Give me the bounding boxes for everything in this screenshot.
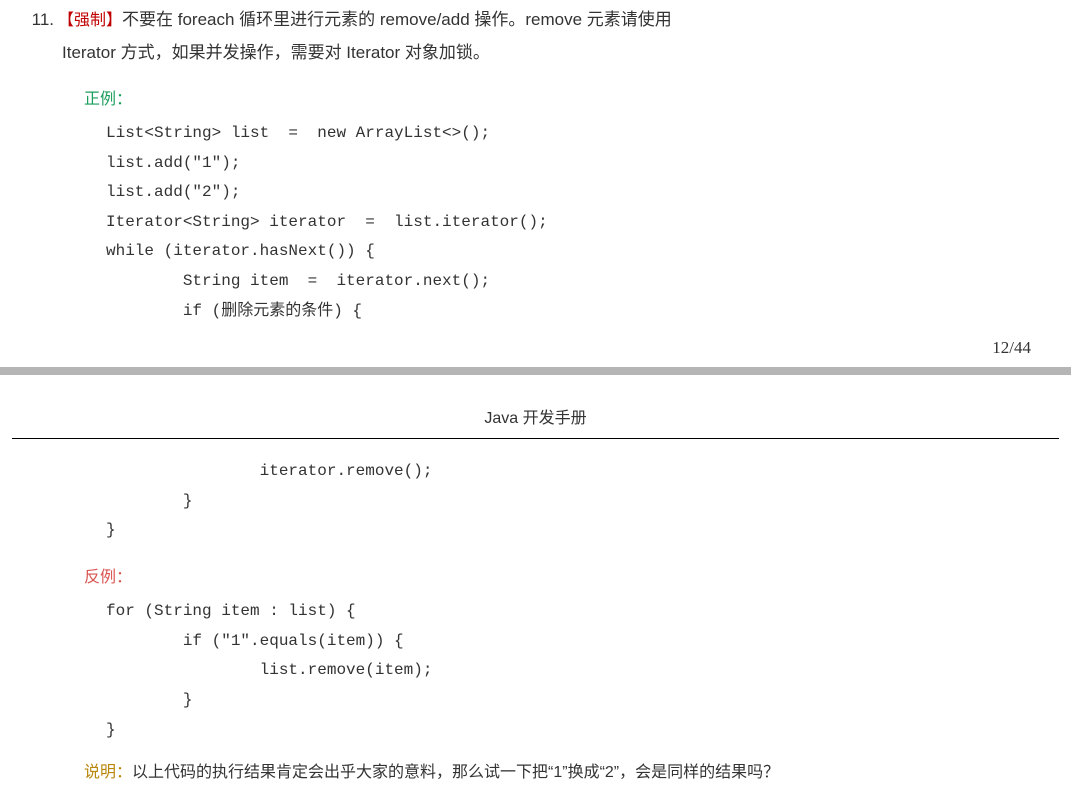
negative-code: for (String item : list) { if ("1".equal…	[106, 597, 1051, 745]
page-divider	[0, 367, 1071, 375]
explain-label: 说明：	[84, 764, 132, 781]
explain-text: 以上代码的执行结果肯定会出乎大家的意料，那么试一下把“1”换成“2”，会是同样的…	[132, 764, 779, 781]
page-number: 12/44	[0, 334, 1071, 363]
positive-code-bottom: iterator.remove(); } }	[106, 457, 1051, 546]
negative-example-label: 反例：	[84, 564, 1051, 591]
mandatory-tag: 【强制】	[58, 12, 122, 29]
rule-item: 11. 【强制】不要在 foreach 循环里进行元素的 remove/add …	[20, 6, 1051, 35]
positive-code-top: List<String> list = new ArrayList<>(); l…	[106, 119, 1051, 326]
positive-example-label: 正例：	[84, 86, 1051, 113]
rule-text-line1: 不要在 foreach 循环里进行元素的 remove/add 操作。remov…	[122, 10, 672, 29]
document-header: Java 开发手册	[12, 405, 1059, 439]
item-body: 【强制】不要在 foreach 循环里进行元素的 remove/add 操作。r…	[58, 6, 1051, 35]
explanation-line: 说明：以上代码的执行结果肯定会出乎大家的意料，那么试一下把“1”换成“2”，会是…	[84, 759, 1051, 786]
item-number: 11.	[20, 6, 58, 35]
rule-text-line2: Iterator 方式，如果并发操作，需要对 Iterator 对象加锁。	[62, 39, 1051, 68]
